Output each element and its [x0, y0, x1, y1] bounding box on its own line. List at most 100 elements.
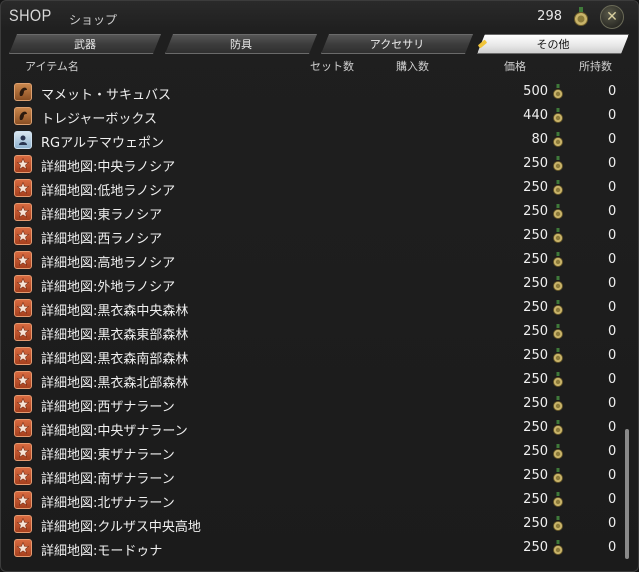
item-name: トレジャーボックス [41, 112, 157, 127]
map-star-icon [14, 443, 32, 461]
item-row[interactable]: マメット・サキュバス 500 0 [11, 80, 621, 104]
item-name: 詳細地図:西ザナラーン [41, 400, 175, 415]
close-button[interactable]: ✕ [600, 5, 624, 29]
item-owned-count: 0 [608, 300, 617, 315]
gil-coin-icon [553, 516, 563, 532]
item-price: 440 [523, 108, 548, 123]
column-header-set-count: セット数 [310, 60, 354, 73]
item-row[interactable]: 詳細地図:南ザナラーン 250 0 [11, 464, 621, 488]
item-price: 250 [523, 252, 548, 267]
column-header-owned: 所持数 [579, 60, 612, 73]
item-owned-count: 0 [608, 324, 617, 339]
map-star-icon [14, 155, 32, 173]
gil-coin-icon [553, 180, 563, 196]
item-name: 詳細地図:黒衣森南部森林 [41, 352, 189, 367]
gil-coin-icon [553, 396, 563, 412]
map-star-icon [14, 227, 32, 245]
item-owned-count: 0 [608, 180, 617, 195]
item-owned-count: 0 [608, 84, 617, 99]
gil-coin-icon [553, 420, 563, 436]
item-row[interactable]: 詳細地図:中央ザナラーン 250 0 [11, 416, 621, 440]
tab-weapons[interactable]: 武器 [9, 34, 161, 54]
item-row[interactable]: 詳細地図:西ザナラーン 250 0 [11, 392, 621, 416]
window-title: SHOP [9, 6, 52, 25]
gil-coin-icon [553, 252, 563, 268]
item-row[interactable]: 詳細地図:黒衣森南部森林 250 0 [11, 344, 621, 368]
item-name: 詳細地図:黒衣森東部森林 [41, 328, 189, 343]
item-name: RGアルテマウェポン [41, 136, 164, 151]
item-name: 詳細地図:東ラノシア [41, 208, 163, 223]
map-star-icon [14, 179, 32, 197]
item-name: 詳細地図:クルザス中央高地 [41, 520, 201, 535]
tab-armor[interactable]: 防具 [165, 34, 317, 54]
map-star-icon [14, 275, 32, 293]
item-owned-count: 0 [608, 372, 617, 387]
item-owned-count: 0 [608, 516, 617, 531]
map-star-icon [14, 419, 32, 437]
map-star-icon [14, 395, 32, 413]
gil-coin-icon [573, 7, 589, 27]
gil-coin-icon [553, 468, 563, 484]
column-header-item-name: アイテム名 [25, 60, 79, 73]
item-row[interactable]: 詳細地図:外地ラノシア 250 0 [11, 272, 621, 296]
item-row[interactable]: 詳細地図:北ザナラーン 250 0 [11, 488, 621, 512]
gil-coin-icon [553, 324, 563, 340]
item-price: 250 [523, 348, 548, 363]
gil-amount: 298 [537, 9, 562, 24]
item-row[interactable]: 詳細地図:西ラノシア 250 0 [11, 224, 621, 248]
item-name: 詳細地図:外地ラノシア [41, 280, 176, 295]
item-row[interactable]: 詳細地図:東ザナラーン 250 0 [11, 440, 621, 464]
mount-icon [14, 107, 32, 125]
item-name: 詳細地図:黒衣森中央森林 [41, 304, 189, 319]
tab-other[interactable]: その他 [477, 34, 629, 54]
item-row[interactable]: 詳細地図:黒衣森東部森林 250 0 [11, 320, 621, 344]
item-name: 詳細地図:中央ザナラーン [41, 424, 188, 439]
item-row[interactable]: 詳細地図:東ラノシア 250 0 [11, 200, 621, 224]
item-price: 250 [523, 276, 548, 291]
item-row[interactable]: トレジャーボックス 440 0 [11, 104, 621, 128]
item-owned-count: 0 [608, 540, 617, 555]
item-owned-count: 0 [608, 444, 617, 459]
gil-coin-icon [553, 372, 563, 388]
item-price: 250 [523, 156, 548, 171]
map-star-icon [14, 299, 32, 317]
gil-coin-icon [553, 132, 563, 148]
item-price: 250 [523, 180, 548, 195]
item-price: 250 [523, 540, 548, 555]
item-price: 250 [523, 420, 548, 435]
item-row[interactable]: 詳細地図:クルザス中央高地 250 0 [11, 512, 621, 536]
item-price: 250 [523, 516, 548, 531]
item-row[interactable]: 詳細地図:低地ラノシア 250 0 [11, 176, 621, 200]
gil-coin-icon [553, 444, 563, 460]
tab-accessories[interactable]: アクセサリ [321, 34, 473, 54]
scrollbar-thumb[interactable] [625, 429, 629, 559]
item-name: 詳細地図:中央ラノシア [41, 160, 176, 175]
item-owned-count: 0 [608, 348, 617, 363]
column-header-price: 価格 [504, 60, 526, 73]
gil-coin-icon [553, 204, 563, 220]
title-bar[interactable]: SHOP ショップ 298 ✕ [1, 1, 638, 33]
item-owned-count: 0 [608, 252, 617, 267]
item-row[interactable]: 詳細地図:黒衣森北部森林 250 0 [11, 368, 621, 392]
item-owned-count: 0 [608, 204, 617, 219]
gil-coin-icon [553, 108, 563, 124]
item-price: 500 [523, 84, 548, 99]
category-tabs: 武器 防具 アクセサリ その他 [9, 34, 633, 54]
item-row[interactable]: 詳細地図:モードゥナ 250 0 [11, 536, 621, 560]
item-row[interactable]: 詳細地図:黒衣森中央森林 250 0 [11, 296, 621, 320]
item-owned-count: 0 [608, 492, 617, 507]
gil-coin-icon [553, 540, 563, 556]
item-row[interactable]: RGアルテマウェポン 80 0 [11, 128, 621, 152]
map-star-icon [14, 515, 32, 533]
item-owned-count: 0 [608, 132, 617, 147]
map-star-icon [14, 539, 32, 557]
map-star-icon [14, 347, 32, 365]
item-price: 80 [531, 132, 548, 147]
map-star-icon [14, 251, 32, 269]
item-name: 詳細地図:西ラノシア [41, 232, 163, 247]
item-row[interactable]: 詳細地図:中央ラノシア 250 0 [11, 152, 621, 176]
item-row[interactable]: 詳細地図:高地ラノシア 250 0 [11, 248, 621, 272]
close-icon: ✕ [606, 9, 618, 25]
item-name: 詳細地図:高地ラノシア [41, 256, 176, 271]
column-header-purchase-count: 購入数 [396, 60, 429, 73]
